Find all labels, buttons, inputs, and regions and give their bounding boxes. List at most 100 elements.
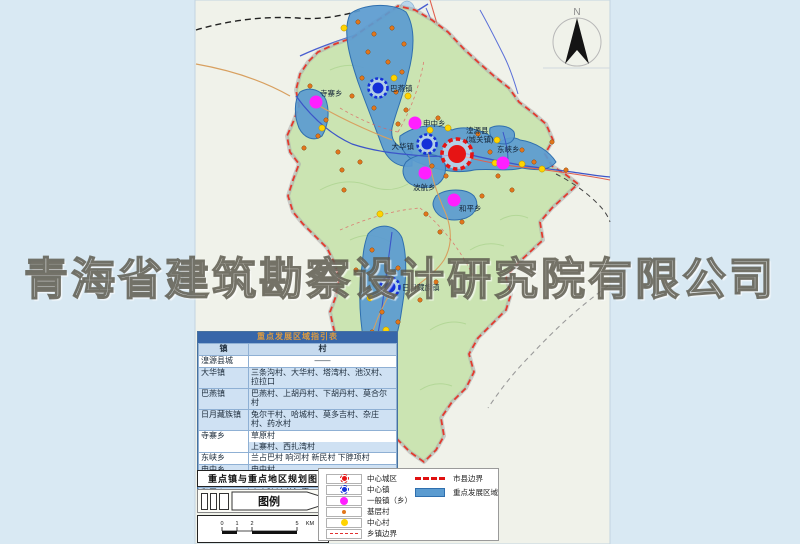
center-village-dot xyxy=(367,295,373,301)
banner-bar xyxy=(201,493,208,510)
base-village-dot xyxy=(336,150,340,154)
center-village-dot xyxy=(494,137,500,143)
dev-area-symbol xyxy=(412,487,448,497)
base-village-dot xyxy=(418,298,422,302)
legend-left-column: 中心城区中心镇一般镇（乡）基层村中心村乡镇边界 xyxy=(326,474,412,538)
town-label: (城关镇) xyxy=(466,134,494,144)
legend-banner-label: 图例 xyxy=(258,494,280,508)
village-line: 草原村 xyxy=(249,431,396,442)
center-village-dot xyxy=(519,161,525,167)
legend-item: 中心城区 xyxy=(326,474,412,484)
town-label: 东峡乡 xyxy=(497,144,520,154)
base-village-dot xyxy=(430,164,434,168)
legend-item: 中心镇 xyxy=(326,485,412,495)
base-village-dot xyxy=(354,268,358,272)
legend-label: 市县边界 xyxy=(453,473,483,484)
town-cell: 寺寨乡 xyxy=(199,430,249,453)
table-row: 日月藏族镇兔尔干村、哈城村、莫多吉村、杂庄村、药水村 xyxy=(199,409,397,430)
legend-label: 中心村 xyxy=(367,517,390,528)
base-village-dot xyxy=(480,194,484,198)
legend-label: 基层村 xyxy=(367,506,390,517)
base-village-dot xyxy=(396,320,400,324)
town-label: 湟源县 xyxy=(466,125,489,135)
planning-map: 湟源县(城关镇)巴燕镇大华镇日月藏族镇寺寨乡申中乡东峡乡波航乡和平乡 N xyxy=(0,0,800,544)
center-village-dot xyxy=(391,75,397,81)
legend-item: 重点发展区域 xyxy=(412,488,498,498)
table-row: 巴燕镇巴燕村、上胡丹村、下胡丹村、莫合尔村 xyxy=(199,388,397,409)
legend-banner-box: 图例 xyxy=(197,489,329,513)
base-village-symbol xyxy=(326,507,362,517)
base-village-dot xyxy=(340,168,344,172)
base-village-dot xyxy=(396,266,400,270)
base-village-dot xyxy=(488,150,492,154)
base-village-dot xyxy=(356,20,360,24)
center-village-dot xyxy=(405,93,411,99)
center-city-core xyxy=(448,145,466,163)
village-line: —— xyxy=(249,356,396,367)
map-title: 重点镇与重点地区规划图 xyxy=(208,472,318,485)
town-label: 大华镇 xyxy=(392,141,415,151)
town-cell: 巴燕镇 xyxy=(199,388,249,409)
scale-tick: 5 xyxy=(295,521,298,527)
table-row: 大华镇三条沟村、大华村、塔湾村、池汉村、拉拉口 xyxy=(199,367,397,388)
scale-tick: 1 xyxy=(235,521,238,527)
villages-cell: 兰占巴村 响河村 新民村 下脖项村 xyxy=(249,453,397,465)
banner-bar xyxy=(219,493,229,510)
town-label: 寺寨乡 xyxy=(320,88,343,98)
legend-label: 中心城区 xyxy=(367,473,397,484)
town-cell: 湟源县城 xyxy=(199,355,249,367)
base-village-dot xyxy=(496,174,500,178)
center-village-dot xyxy=(445,125,451,131)
legend-label: 一般镇（乡） xyxy=(367,495,412,506)
base-village-dot xyxy=(324,118,328,122)
center-city-symbol xyxy=(326,474,362,484)
base-village-dot xyxy=(564,168,568,172)
villages-cell: 草原村上寨村、西扎湾村 xyxy=(249,430,397,453)
legend-item: 一般镇（乡） xyxy=(326,496,412,506)
col-header-town: 镇 xyxy=(199,343,249,355)
villages-cell: 三条沟村、大华村、塔湾村、池汉村、拉拉口 xyxy=(249,367,397,388)
scale-unit: KM xyxy=(306,521,315,527)
base-village-dot xyxy=(342,188,346,192)
center-village-dot xyxy=(319,125,325,131)
town-label: 申中乡 xyxy=(423,118,446,128)
villages-cell: 兔尔干村、哈城村、莫多吉村、杂庄村、药水村 xyxy=(249,409,397,430)
base-village-dot xyxy=(386,60,390,64)
center-town-core xyxy=(385,282,396,293)
base-village-dot xyxy=(308,84,312,88)
town-label: 巴燕镇 xyxy=(390,83,413,93)
town-symbol xyxy=(497,157,510,170)
base-village-dot xyxy=(520,148,524,152)
table-title: 重点发展区域指引表 xyxy=(198,332,397,343)
scale-bar: 0125KM xyxy=(198,516,328,542)
center-village-dot xyxy=(341,25,347,31)
legend-panel: 中心城区中心镇一般镇（乡）基层村中心村乡镇边界 市县边界重点发展区域 xyxy=(318,468,499,541)
village-line: 三条沟村、大华村、塔湾村、池汉村、拉拉口 xyxy=(249,368,396,388)
village-line: 上寨村、西扎湾村 xyxy=(249,442,396,453)
town-cell: 东峡乡 xyxy=(199,453,249,465)
legend-label: 重点发展区域 xyxy=(453,487,498,498)
base-village-dot xyxy=(360,76,364,80)
legend-item: 市县边界 xyxy=(412,474,498,484)
town-label: 波航乡 xyxy=(413,182,436,192)
town-cell: 日月藏族镇 xyxy=(199,409,249,430)
villages-cell: —— xyxy=(249,355,397,367)
table-row: 东峡乡兰占巴村 响河村 新民村 下脖项村 xyxy=(199,453,397,465)
table-row: 湟源县城—— xyxy=(199,355,397,367)
scale-tick: 2 xyxy=(250,521,253,527)
county-boundary-symbol xyxy=(412,474,448,484)
base-village-dot xyxy=(372,32,376,36)
base-village-dot xyxy=(444,174,448,178)
legend-item: 乡镇边界 xyxy=(326,529,412,539)
township-boundary-symbol xyxy=(326,529,362,539)
legend-label: 中心镇 xyxy=(367,484,390,495)
base-village-dot xyxy=(396,122,400,126)
center-village-symbol xyxy=(326,518,362,528)
scale-box: 0125KM xyxy=(197,515,329,543)
north-label: N xyxy=(573,7,580,18)
base-village-dot xyxy=(380,310,384,314)
map-title-box: 重点镇与重点地区规划图 xyxy=(197,470,329,487)
village-line: 兔尔干村、哈城村、莫多吉村、杂庄村、药水村 xyxy=(249,410,396,430)
base-village-dot xyxy=(372,106,376,110)
center-town-core xyxy=(373,83,384,94)
